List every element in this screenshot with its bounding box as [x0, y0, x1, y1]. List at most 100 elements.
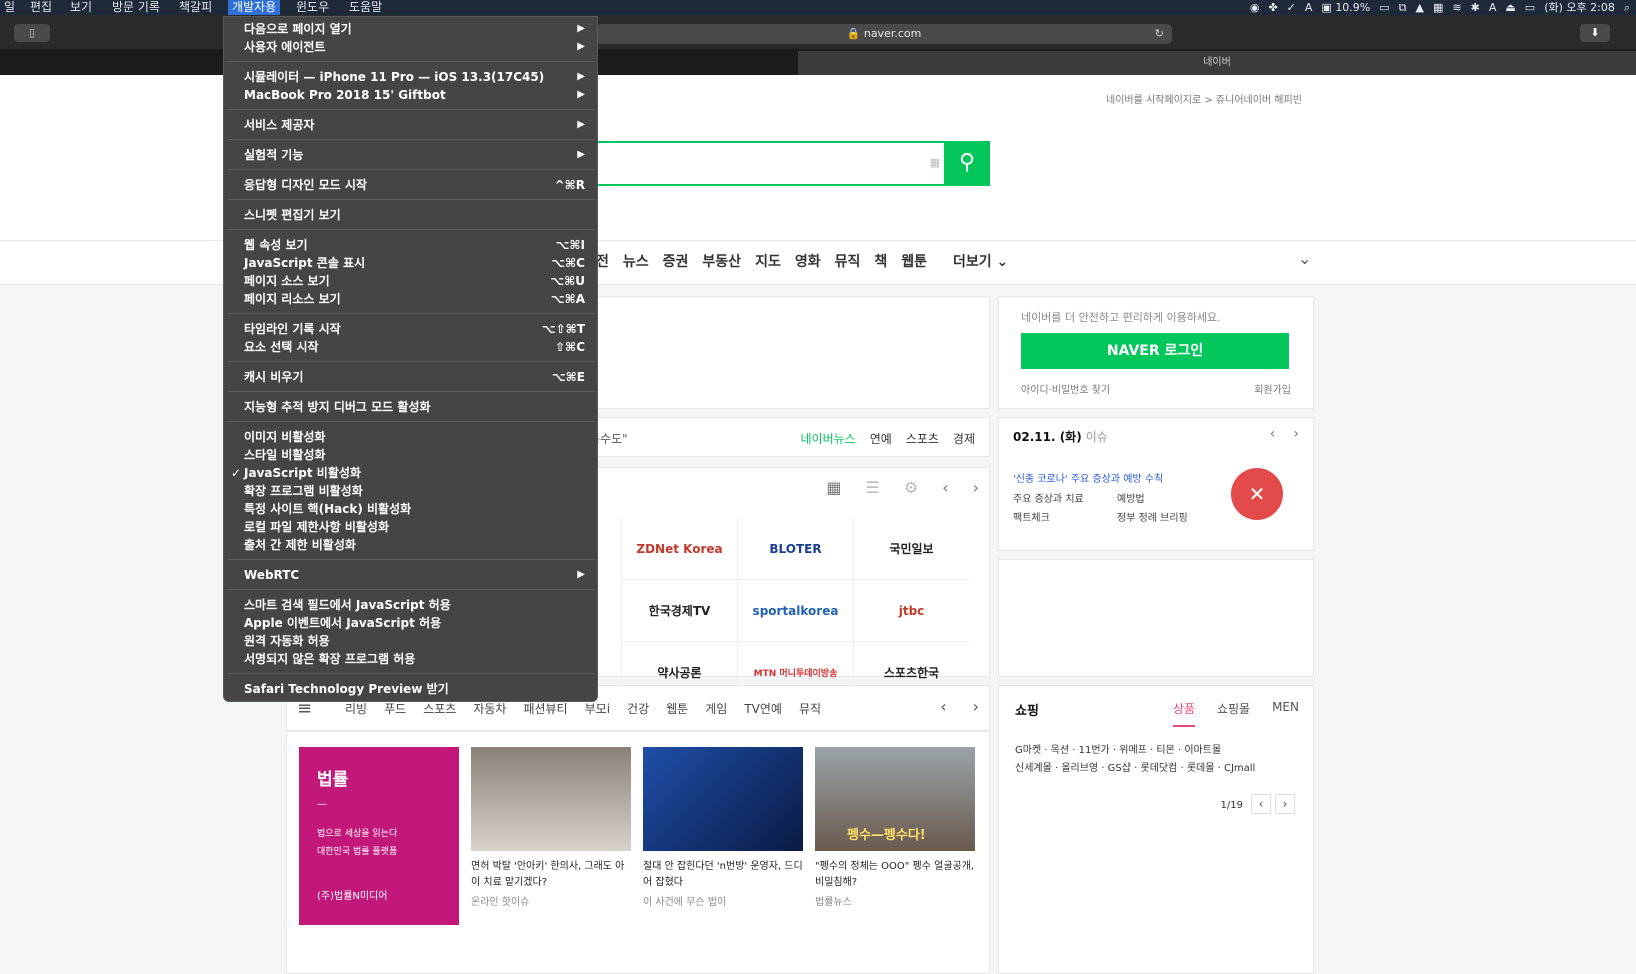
- menu-item-disable-site-hacks[interactable]: 특정 사이트 핵(Hack) 비활성화: [244, 500, 411, 518]
- menu-item-disable-javascript[interactable]: JavaScript 비활성화: [244, 464, 361, 482]
- menu-item-disable-local-file-restrictions[interactable]: 로컬 파일 제한사항 비활성화: [244, 518, 389, 536]
- nav-item[interactable]: 웹툰: [901, 251, 927, 271]
- menu-file[interactable]: 일: [0, 0, 19, 15]
- nav-item[interactable]: 지도: [755, 251, 781, 271]
- category-tab[interactable]: 부모i: [585, 700, 610, 717]
- category-tab[interactable]: 건강: [627, 700, 649, 717]
- category-tab[interactable]: 리빙: [345, 700, 367, 717]
- chevron-left-icon[interactable]: ‹: [942, 478, 948, 497]
- menu-item-show-page-source[interactable]: 페이지 소스 보기: [244, 272, 330, 290]
- category-tab[interactable]: TV연예: [744, 700, 782, 717]
- nav-item[interactable]: 뮤직: [835, 251, 861, 271]
- menu-item-start-element-selection[interactable]: 요소 선택 시작: [244, 338, 319, 356]
- menu-window[interactable]: 윈도우: [292, 0, 333, 15]
- category-tab[interactable]: 뮤직: [799, 700, 821, 717]
- category-tab[interactable]: 게임: [705, 700, 727, 717]
- press-logo[interactable]: sportalkorea: [737, 580, 853, 642]
- menu-item-itp-debug-mode[interactable]: 지능형 추적 방지 디버그 모드 활성화: [244, 398, 431, 416]
- wifi-icon[interactable]: ≋: [1452, 0, 1461, 15]
- tab-shops[interactable]: 쇼핑몰: [1217, 700, 1250, 727]
- nav-more[interactable]: 더보기 ⌄: [953, 251, 1008, 271]
- menu-item-show-page-resources[interactable]: 페이지 리소스 보기: [244, 290, 341, 308]
- shop-links[interactable]: G마켓 · 옥션 · 11번가 · 위메프 · 티몬 · 이마트몰 신세계몰 ·…: [1015, 742, 1255, 778]
- menu-item-allow-unsigned-extensions[interactable]: 서명되지 않은 확장 프로그램 허용: [244, 650, 415, 668]
- category-tab[interactable]: 웹툰: [666, 700, 688, 717]
- promo-card[interactable]: 법률 — 법으로 세상을 읽는다 대한민국 법률 플랫폼 (주)법률N미디어: [299, 747, 459, 925]
- tab-entertainment[interactable]: 연예: [870, 430, 892, 447]
- tab-men[interactable]: MEN: [1272, 700, 1299, 727]
- chevron-down-icon[interactable]: ⌄: [1298, 249, 1311, 268]
- menu-help[interactable]: 도움말: [345, 0, 386, 15]
- grid-icon[interactable]: ▦: [1433, 0, 1443, 15]
- menu-item-service-worker[interactable]: 서비스 제공자: [244, 116, 314, 134]
- chevron-right-icon[interactable]: ›: [1275, 794, 1295, 814]
- battery-icon[interactable]: ▭: [1525, 0, 1535, 15]
- record-icon[interactable]: ◉: [1250, 0, 1260, 15]
- menu-item-disable-extensions[interactable]: 확장 프로그램 비활성화: [244, 482, 363, 500]
- menu-history[interactable]: 방문 기록: [108, 0, 164, 15]
- screen-icon[interactable]: ▭: [1379, 0, 1389, 15]
- press-logo[interactable]: BLOTER: [737, 518, 853, 580]
- menu-edit[interactable]: 편집: [26, 0, 56, 15]
- chevron-left-icon[interactable]: ‹: [1270, 426, 1276, 442]
- tab-naver-news[interactable]: 네이버뉴스: [800, 430, 855, 447]
- nav-item[interactable]: 영화: [795, 251, 821, 271]
- menu-item-start-timeline[interactable]: 타임라인 기록 시작: [244, 320, 341, 338]
- menu-item-allow-js-apple-events[interactable]: Apple 이벤트에서 JavaScript 허용: [244, 614, 441, 632]
- tab-products[interactable]: 상품: [1172, 700, 1195, 727]
- menu-item-allow-js-smart-search[interactable]: 스마트 검색 필드에서 JavaScript 허용: [244, 596, 451, 614]
- issue-link[interactable]: 예방법: [1117, 490, 1217, 505]
- tab-sports[interactable]: 스포츠: [906, 430, 939, 447]
- menu-item-show-js-console[interactable]: JavaScript 콘솔 표시: [244, 254, 365, 272]
- issue-link[interactable]: 정부 정례 브리핑: [1117, 509, 1217, 524]
- press-logo[interactable]: 국민일보: [853, 518, 969, 580]
- menu-item-disable-styles[interactable]: 스타일 비활성화: [244, 446, 325, 464]
- category-tab[interactable]: 푸드: [384, 700, 406, 717]
- list-view-icon[interactable]: ☰: [866, 478, 880, 497]
- keyboard-icon[interactable]: ▦: [930, 156, 940, 169]
- font-icon[interactable]: A: [1305, 0, 1313, 15]
- reload-icon[interactable]: ↻: [1155, 24, 1164, 44]
- menu-item-show-web-inspector[interactable]: 웹 속성 보기: [244, 236, 308, 254]
- search-button[interactable]: ⚲: [944, 141, 990, 186]
- nav-item[interactable]: 증권: [663, 251, 689, 271]
- gear-icon[interactable]: ⚙: [904, 478, 918, 497]
- top-links[interactable]: 네이버를 시작페이지로 > 쥬니어네이버 해피빈: [1106, 91, 1302, 106]
- menu-item-macbook[interactable]: MacBook Pro 2018 15' Giftbot: [244, 86, 446, 104]
- issue-title[interactable]: '신종 코로나' 주요 증상과 예방 수칙: [1013, 470, 1163, 485]
- airplay-icon[interactable]: ▲: [1416, 0, 1424, 15]
- menu-item-experimental-features[interactable]: 실험적 기능: [244, 146, 303, 164]
- chevron-right-icon[interactable]: ›: [973, 478, 979, 497]
- menu-view[interactable]: 보기: [66, 0, 96, 15]
- chevron-left-icon[interactable]: ‹: [1251, 794, 1271, 814]
- menu-develop[interactable]: 개발자용: [228, 0, 281, 15]
- menu-item-empty-caches[interactable]: 캐시 비우기: [244, 368, 303, 386]
- cpu-stat[interactable]: ▣ 10.9%: [1321, 0, 1370, 15]
- menu-item-open-page-with[interactable]: 다음으로 페이지 열기: [244, 20, 352, 38]
- login-button[interactable]: NAVER 로그인: [1021, 333, 1289, 369]
- nav-item[interactable]: 책: [874, 251, 887, 271]
- press-logo[interactable]: jtbc: [853, 580, 969, 642]
- menu-item-user-agent[interactable]: 사용자 에이전트: [244, 38, 325, 56]
- menu-item-simulator[interactable]: 시뮬레이터 — iPhone 11 Pro — iOS 13.3(17C45): [244, 68, 544, 86]
- category-tab[interactable]: 자동차: [473, 700, 506, 717]
- grid-view-icon[interactable]: ▦: [826, 478, 841, 497]
- feed-item[interactable]: 절대 안 잡힌다던 'n번방' 운영자, 드디어 잡혔다 이 사건에 무슨 법이: [643, 747, 803, 908]
- feed-item[interactable]: 펭수—펭수다! "펭수의 정체는 OOO" 펭수 얼굴공개, 비밀침해? 법률뉴…: [815, 747, 975, 908]
- cast-icon[interactable]: ⧉: [1399, 0, 1407, 15]
- find-account-link[interactable]: 아이디·비밀번호 찾기: [1021, 381, 1110, 396]
- menu-item-allow-remote-automation[interactable]: 원격 자동화 허용: [244, 632, 330, 650]
- menu-item-disable-cross-origin-restrictions[interactable]: 출처 간 제한 비활성화: [244, 536, 356, 554]
- menu-item-responsive-design-mode[interactable]: 응답형 디자인 모드 시작: [244, 176, 367, 194]
- check-icon[interactable]: ✓: [1287, 0, 1296, 15]
- menu-item-disable-images[interactable]: 이미지 비활성화: [244, 428, 325, 446]
- input-source-icon[interactable]: A: [1489, 0, 1497, 15]
- press-logo[interactable]: 한국경제TV: [621, 580, 737, 642]
- issue-link[interactable]: 주요 증상과 치료: [1013, 490, 1117, 505]
- bluetooth-icon[interactable]: ✱: [1471, 0, 1480, 15]
- join-link[interactable]: 회원가입: [1254, 381, 1291, 396]
- tab-naver[interactable]: 네이버: [798, 51, 1636, 75]
- menu-bookmarks[interactable]: 책갈피: [175, 0, 216, 15]
- tab-economy[interactable]: 경제: [953, 430, 975, 447]
- nav-item[interactable]: 뉴스: [623, 251, 649, 271]
